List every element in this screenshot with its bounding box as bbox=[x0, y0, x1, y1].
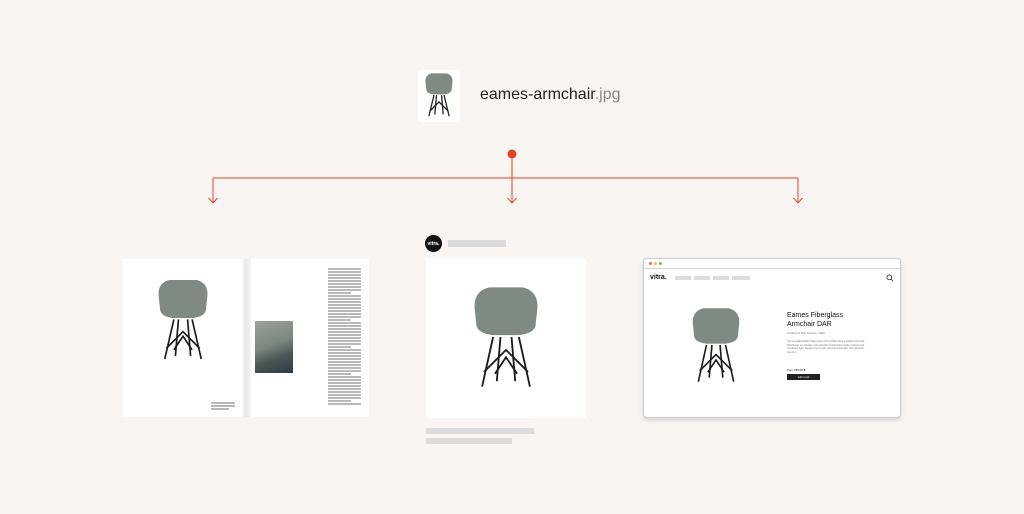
product-price: from 765,00 € bbox=[787, 368, 806, 372]
chair-icon bbox=[425, 73, 453, 117]
magazine-text-line bbox=[328, 379, 361, 381]
magazine-text-line bbox=[328, 274, 361, 276]
magazine-text-line bbox=[328, 349, 361, 351]
social-post-image bbox=[426, 258, 586, 418]
filename-base: eames-armchair bbox=[480, 86, 595, 103]
product-title: Eames Fiberglass Armchair DAR bbox=[787, 312, 844, 328]
close-window-icon[interactable] bbox=[649, 262, 652, 265]
maximize-window-icon[interactable] bbox=[659, 262, 662, 265]
add-to-cart-button[interactable]: Add to cart bbox=[787, 374, 820, 380]
magazine-text-line bbox=[328, 358, 361, 360]
magazine-text-line bbox=[328, 286, 361, 288]
magazine-text-line bbox=[328, 268, 361, 270]
social-caption-placeholder bbox=[426, 428, 534, 434]
magazine-text-line bbox=[328, 289, 361, 291]
product-description: The so-called Eiffel Tower base of the D… bbox=[787, 340, 865, 354]
magazine-text-line bbox=[328, 388, 361, 390]
magazine-text-line bbox=[328, 295, 361, 297]
magazine-text-line bbox=[328, 400, 352, 402]
magazine-text-line bbox=[328, 361, 361, 363]
magazine-text-line bbox=[328, 343, 361, 345]
magazine-text-line bbox=[328, 328, 361, 330]
minimize-window-icon[interactable] bbox=[654, 262, 657, 265]
magazine-text-line bbox=[328, 325, 361, 327]
web-chair-image bbox=[692, 308, 740, 382]
magazine-text-line bbox=[328, 370, 361, 372]
source-filename: eames-armchair.jpg bbox=[480, 86, 621, 104]
magazine-text-line bbox=[328, 313, 361, 315]
magazine-text-line bbox=[328, 310, 361, 312]
magazine-text-line bbox=[328, 394, 361, 396]
magazine-detail-photo bbox=[255, 321, 293, 373]
magazine-text-line bbox=[328, 355, 361, 357]
product-designer: Charles & Ray Eames, 1950 bbox=[787, 331, 825, 335]
magazine-text-line bbox=[328, 292, 352, 294]
web-nav-item[interactable] bbox=[713, 276, 729, 280]
magazine-text-line bbox=[328, 334, 361, 336]
magazine-text-line bbox=[328, 340, 361, 342]
magazine-text-line bbox=[328, 298, 361, 300]
magazine-text-line bbox=[328, 346, 352, 348]
magazine-caption bbox=[211, 402, 235, 410]
magazine-text-line bbox=[328, 319, 352, 321]
search-icon[interactable] bbox=[886, 274, 894, 282]
magazine-text-line bbox=[328, 373, 352, 375]
web-logo[interactable]: vitra. bbox=[650, 274, 667, 281]
magazine-text-line bbox=[328, 337, 361, 339]
web-nav-item[interactable] bbox=[675, 276, 691, 280]
magazine-text-line bbox=[328, 376, 361, 378]
magazine-text-line bbox=[328, 391, 361, 393]
source-thumbnail bbox=[418, 70, 460, 122]
social-avatar: vitra. bbox=[425, 235, 442, 252]
magazine-text-line bbox=[328, 367, 361, 369]
social-chair-image bbox=[474, 287, 538, 387]
magazine-text-line bbox=[328, 316, 361, 318]
magazine-text-line bbox=[328, 277, 361, 279]
magazine-text-line bbox=[328, 352, 361, 354]
web-nav-item[interactable] bbox=[732, 276, 750, 280]
filename-extension: .jpg bbox=[594, 86, 621, 103]
magazine-text-line bbox=[328, 331, 361, 333]
browser-titlebar bbox=[644, 259, 900, 269]
browser-window: vitra. Eames Fiberglass Armchair DAR Cha… bbox=[643, 258, 901, 418]
magazine-text-line bbox=[328, 301, 361, 303]
magazine-chair-image bbox=[158, 279, 208, 360]
magazine-text-line bbox=[328, 385, 361, 387]
magazine-body-text bbox=[328, 268, 361, 406]
magazine-text-line bbox=[328, 403, 361, 405]
source-node-dot bbox=[507, 149, 517, 159]
distribution-connectors bbox=[208, 149, 803, 204]
magazine-text-line bbox=[328, 322, 361, 324]
magazine-text-line bbox=[328, 364, 361, 366]
magazine-text-line bbox=[328, 283, 361, 285]
magazine-text-line bbox=[328, 382, 361, 384]
magazine-text-line bbox=[328, 271, 361, 273]
magazine-text-line bbox=[328, 397, 361, 399]
magazine-text-line bbox=[328, 304, 361, 306]
social-caption-placeholder bbox=[426, 438, 512, 444]
magazine-text-line bbox=[328, 280, 361, 282]
web-nav-item[interactable] bbox=[694, 276, 710, 280]
social-username-placeholder bbox=[448, 240, 506, 247]
magazine-text-line bbox=[328, 307, 361, 309]
magazine-spread bbox=[123, 259, 369, 417]
magazine-fold bbox=[241, 259, 251, 417]
